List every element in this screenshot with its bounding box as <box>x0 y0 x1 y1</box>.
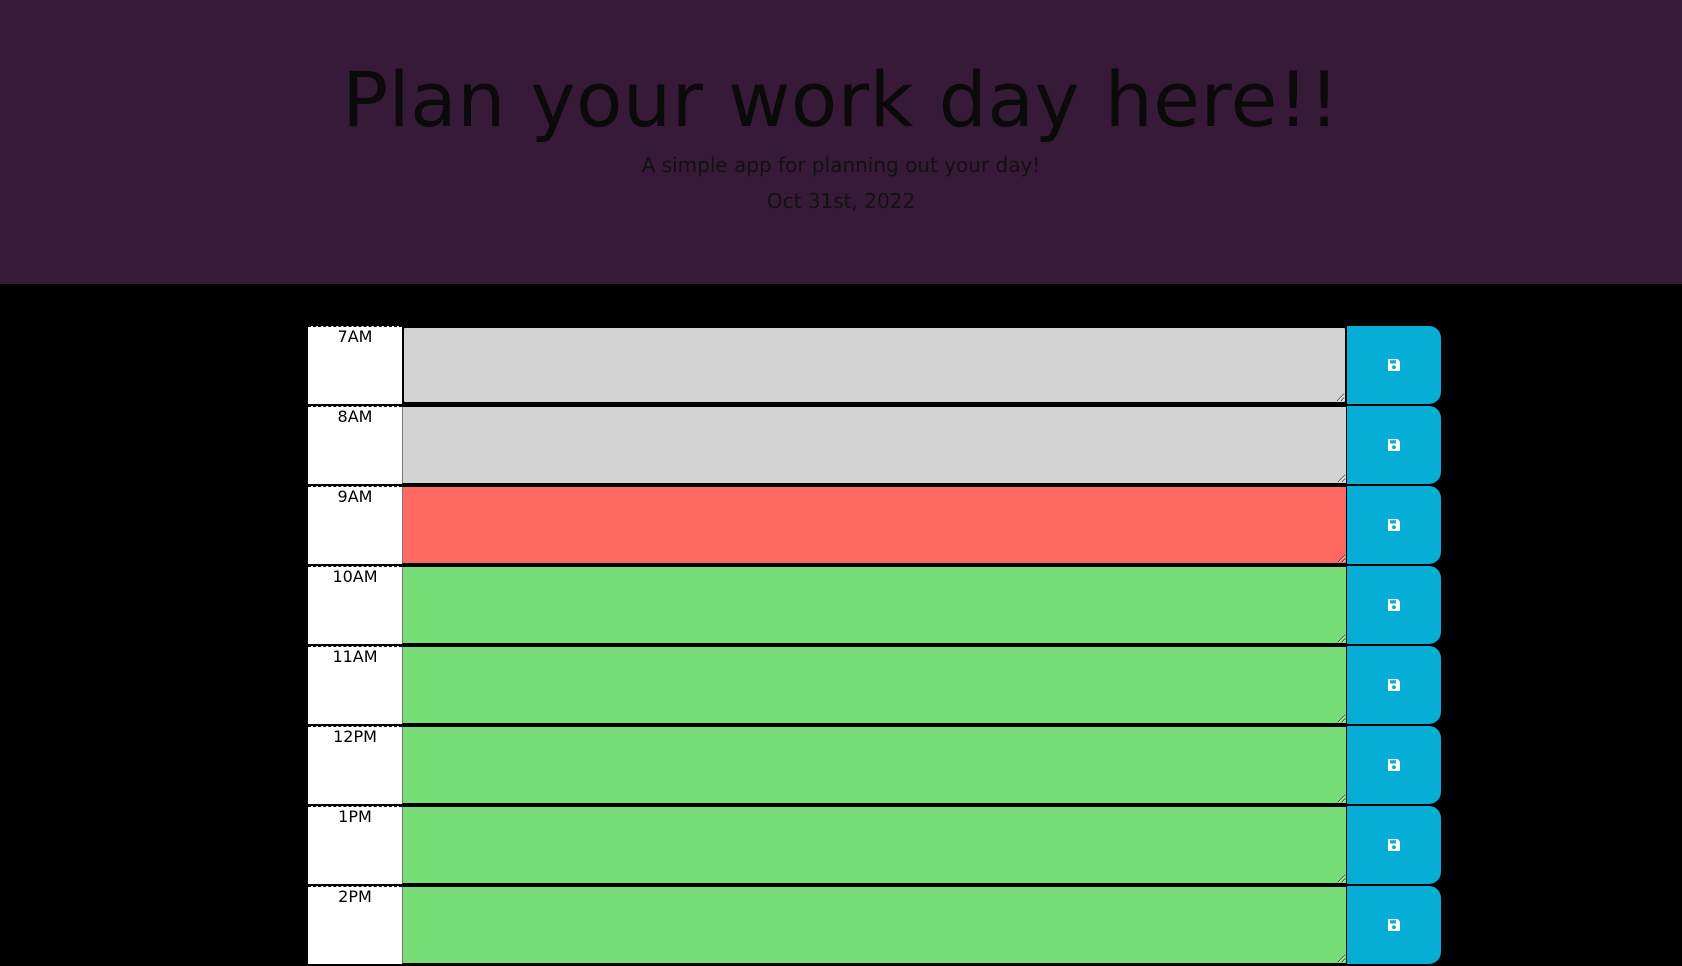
floppy-disk-icon <box>1388 919 1400 931</box>
current-date: Oct 31st, 2022 <box>766 189 916 213</box>
time-block: 11AM <box>308 646 1441 724</box>
time-block: 1PM <box>308 806 1441 884</box>
floppy-disk-icon <box>1388 359 1400 371</box>
time-block: 2PM <box>308 886 1441 964</box>
event-description-input[interactable] <box>402 326 1347 404</box>
hour-label: 1PM <box>308 806 402 884</box>
page-title: Plan your work day here!! <box>342 55 1340 144</box>
save-button[interactable] <box>1347 406 1441 484</box>
save-button[interactable] <box>1347 326 1441 404</box>
time-block: 7AM <box>308 326 1441 404</box>
hour-label: 7AM <box>308 326 402 404</box>
hour-label: 11AM <box>308 646 402 724</box>
event-description-input[interactable] <box>402 566 1347 644</box>
save-button[interactable] <box>1347 726 1441 804</box>
header: Plan your work day here!! A simple app f… <box>0 0 1682 284</box>
floppy-disk-icon <box>1388 759 1400 771</box>
time-block: 8AM <box>308 406 1441 484</box>
event-description-input[interactable] <box>402 486 1347 564</box>
floppy-disk-icon <box>1388 679 1400 691</box>
hour-label: 10AM <box>308 566 402 644</box>
hour-label: 8AM <box>308 406 402 484</box>
time-block: 9AM <box>308 486 1441 564</box>
floppy-disk-icon <box>1388 519 1400 531</box>
event-description-input[interactable] <box>402 726 1347 804</box>
schedule-container: 7AM 8AM 9AM 10AM 11AM 12PM 1PM 2PM <box>308 326 1441 966</box>
event-description-input[interactable] <box>402 806 1347 884</box>
hour-label: 2PM <box>308 886 402 964</box>
hour-label: 9AM <box>308 486 402 564</box>
floppy-disk-icon <box>1388 599 1400 611</box>
save-button[interactable] <box>1347 886 1441 964</box>
event-description-input[interactable] <box>402 646 1347 724</box>
save-button[interactable] <box>1347 486 1441 564</box>
floppy-disk-icon <box>1388 839 1400 851</box>
time-block: 12PM <box>308 726 1441 804</box>
hour-label: 12PM <box>308 726 402 804</box>
save-button[interactable] <box>1347 806 1441 884</box>
floppy-disk-icon <box>1388 439 1400 451</box>
time-block: 10AM <box>308 566 1441 644</box>
event-description-input[interactable] <box>402 886 1347 964</box>
event-description-input[interactable] <box>402 406 1347 484</box>
save-button[interactable] <box>1347 646 1441 724</box>
save-button[interactable] <box>1347 566 1441 644</box>
page-subtitle: A simple app for planning out your day! <box>641 153 1041 177</box>
